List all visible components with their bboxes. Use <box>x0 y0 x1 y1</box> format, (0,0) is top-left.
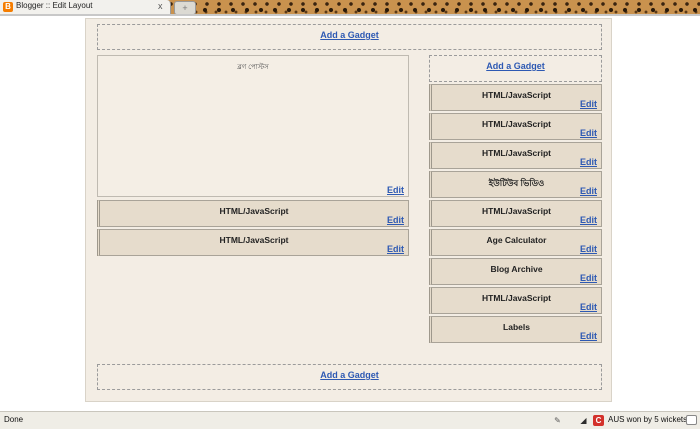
widget-edit-link[interactable]: Edit <box>387 244 404 254</box>
status-text: Done <box>4 415 24 424</box>
blogger-favicon-icon: B <box>3 2 13 12</box>
addon-icon[interactable]: ✎ <box>552 415 563 426</box>
widget-edit-link[interactable]: Edit <box>580 244 597 254</box>
add-gadget-link-footer[interactable]: Add a Gadget <box>320 370 379 380</box>
activity-icon[interactable]: ◢ <box>578 415 589 426</box>
widget-title: HTML/JavaScript <box>482 119 551 129</box>
sidebar-widget[interactable]: Age Calculator Edit <box>429 229 602 256</box>
widget-title: ইউটিউব ভিডিও <box>488 178 545 188</box>
widget-edit-link[interactable]: Edit <box>387 215 404 225</box>
footer-add-gadget-box: Add a Gadget <box>97 364 602 390</box>
tab-edit-layout[interactable]: B Blogger :: Edit Layout x <box>0 0 171 14</box>
main-widget[interactable]: HTML/JavaScript Edit <box>97 229 409 256</box>
blog-posts-section: ব্লগ পোস্টস Edit <box>97 55 409 197</box>
widget-title: Blog Archive <box>490 264 543 274</box>
status-bar: Done ✎ ◢ C AUS won by 5 wickets <box>0 411 700 429</box>
widget-edit-link[interactable]: Edit <box>580 128 597 138</box>
sidebar-widget[interactable]: HTML/JavaScript Edit <box>429 287 602 314</box>
widget-title: HTML/JavaScript <box>482 293 551 303</box>
header-add-gadget-box: Add a Gadget <box>97 24 602 50</box>
widget-title: HTML/JavaScript <box>482 206 551 216</box>
sidebar-widget[interactable]: HTML/JavaScript Edit <box>429 200 602 227</box>
widget-title: Labels <box>503 322 530 332</box>
blog-posts-edit-link[interactable]: Edit <box>387 185 404 195</box>
news-ticker[interactable]: AUS won by 5 wickets <box>608 415 687 424</box>
widget-edit-link[interactable]: Edit <box>580 99 597 109</box>
new-tab-button[interactable]: + <box>174 1 196 15</box>
widget-title: HTML/JavaScript <box>219 206 289 216</box>
add-gadget-link-sidebar[interactable]: Add a Gadget <box>486 61 545 71</box>
sidebar-widget[interactable]: HTML/JavaScript Edit <box>429 113 602 140</box>
tab-title: Blogger :: Edit Layout <box>16 1 93 10</box>
cricket-score-icon[interactable]: C <box>593 415 604 426</box>
widget-edit-link[interactable]: Edit <box>580 186 597 196</box>
mail-icon[interactable] <box>686 415 697 425</box>
sidebar-widget[interactable]: HTML/JavaScript Edit <box>429 142 602 169</box>
widget-edit-link[interactable]: Edit <box>580 273 597 283</box>
blog-posts-title: ব্লগ পোস্টস <box>237 64 269 71</box>
tab-strip-divider <box>0 14 700 16</box>
add-gadget-link-header[interactable]: Add a Gadget <box>320 30 379 40</box>
main-widget[interactable]: HTML/JavaScript Edit <box>97 200 409 227</box>
widget-edit-link[interactable]: Edit <box>580 157 597 167</box>
widget-title: Age Calculator <box>486 235 547 245</box>
widget-edit-link[interactable]: Edit <box>580 331 597 341</box>
widget-title: HTML/JavaScript <box>482 90 551 100</box>
tab-close-icon[interactable]: x <box>158 1 163 11</box>
widget-edit-link[interactable]: Edit <box>580 215 597 225</box>
sidebar-add-gadget-box: Add a Gadget <box>429 55 602 82</box>
widget-title: HTML/JavaScript <box>219 235 289 245</box>
widget-title: HTML/JavaScript <box>482 148 551 158</box>
sidebar-widget[interactable]: Blog Archive Edit <box>429 258 602 285</box>
sidebar-widget[interactable]: Labels Edit <box>429 316 602 343</box>
sidebar-widget[interactable]: ইউটিউব ভিডিও Edit <box>429 171 602 198</box>
widget-edit-link[interactable]: Edit <box>580 302 597 312</box>
sidebar-widget[interactable]: HTML/JavaScript Edit <box>429 84 602 111</box>
